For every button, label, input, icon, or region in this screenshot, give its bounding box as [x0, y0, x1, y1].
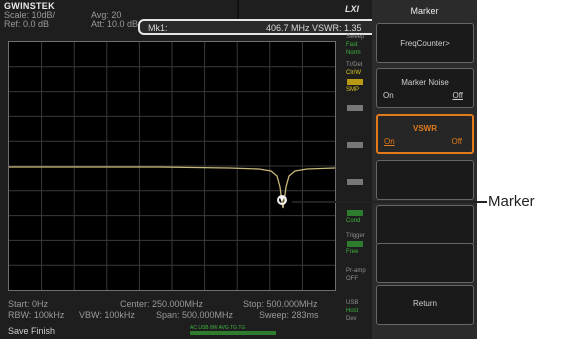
stop-freq: Stop: 500.000MHz	[243, 299, 318, 309]
trigger-title: Trigger	[346, 233, 365, 239]
start-freq: Start: 0Hz	[8, 299, 49, 309]
usb-title: USB	[346, 300, 359, 306]
vswr-label: VSWR	[413, 124, 437, 133]
trdet-title: Tr/Det	[346, 62, 363, 68]
marker-annotation-label: Marker	[488, 193, 535, 210]
return-button[interactable]: Return	[376, 285, 474, 325]
trigger-box	[347, 241, 363, 247]
menu-title: Marker	[410, 6, 439, 16]
trdet-smp: SMP	[346, 87, 360, 93]
empty-softkey[interactable]	[376, 243, 474, 283]
marker-value: 406.7 MHz VSWR: 1.35	[266, 23, 362, 33]
span-text: Span: 500.000MHz	[156, 310, 234, 320]
preamp-title: Pr-amp	[346, 268, 366, 274]
marker-highlight-circle	[277, 195, 287, 205]
indicator-box	[347, 179, 363, 185]
marker-noise-on: On	[383, 91, 394, 100]
vswr-button[interactable]: VSWR On Off	[376, 114, 474, 154]
status-led-strip	[190, 331, 276, 335]
sweep-title: Sweep	[346, 34, 365, 40]
marker-readout-bar: Mk1: 406.7 MHz VSWR: 1.35	[138, 19, 410, 35]
empty-softkey[interactable]	[376, 205, 474, 245]
marker-callout-line	[292, 201, 487, 203]
marker-noise-off: Off	[452, 91, 463, 100]
ref-level-text: Ref: 0.0 dB	[4, 19, 50, 29]
usb-dev: Dev	[346, 316, 357, 322]
cond-box	[347, 210, 363, 216]
spectrum-display	[8, 41, 336, 291]
trigger-free: Free	[346, 249, 359, 255]
marker-noise-button[interactable]: Marker Noise On Off	[376, 68, 474, 108]
cond-title: Cond	[346, 218, 361, 224]
marker-menu-panel: Marker FreqCounter> Marker Noise On Off …	[372, 0, 477, 339]
vswr-off: Off	[451, 137, 462, 146]
trace-mode-box	[347, 79, 363, 85]
spectrum-trace-plot	[9, 42, 335, 290]
sweep-time-text: Sweep: 283ms	[259, 310, 319, 320]
empty-softkey[interactable]	[376, 160, 474, 200]
center-freq: Center: 250.000MHz	[120, 299, 204, 309]
freq-counter-button[interactable]: FreqCounter>	[376, 23, 474, 63]
lxi-icon: LXI	[345, 4, 360, 14]
sweep-fast: Fast	[346, 42, 358, 48]
status-message: Save Finish	[8, 326, 56, 336]
indicator-box	[347, 142, 363, 148]
usb-host: Host	[346, 308, 359, 314]
rbw-text: RBW: 100kHz	[8, 310, 65, 320]
marker-noise-label: Marker Noise	[401, 78, 449, 87]
freq-counter-label: FreqCounter>	[400, 39, 450, 48]
sweep-norm: Norm	[346, 50, 361, 56]
indicator-box	[347, 105, 363, 111]
trdet-clrw: Clr/W	[346, 70, 361, 76]
vswr-on: On	[384, 137, 395, 146]
callout-line-top	[237, 0, 239, 19]
return-label: Return	[412, 299, 437, 308]
vbw-text: VBW: 100kHz	[79, 310, 135, 320]
preamp-state: OFF	[346, 276, 358, 282]
marker-label: Mk1:	[148, 23, 168, 33]
att-text: Att: 10.0 dB	[91, 19, 139, 29]
